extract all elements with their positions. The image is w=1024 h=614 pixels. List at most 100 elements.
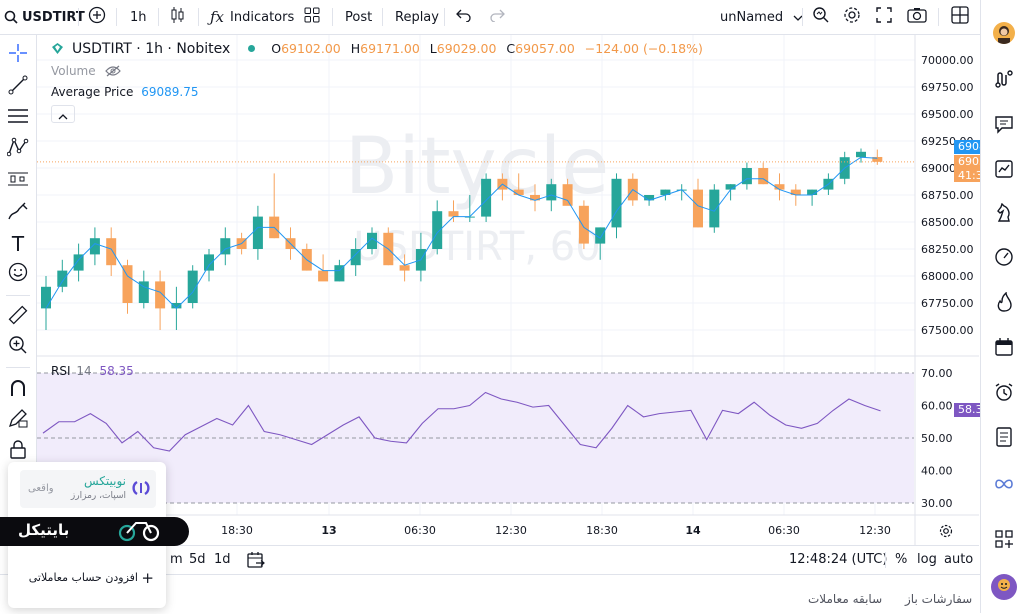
lock-icon xyxy=(9,439,27,463)
utc-clock[interactable]: 12:48:24 (UTC) xyxy=(789,552,887,567)
gear-icon xyxy=(843,6,861,28)
horizontal-lines-tool[interactable] xyxy=(6,106,30,130)
eye-hidden-icon[interactable] xyxy=(105,65,122,80)
gauge-icon xyxy=(994,247,1014,271)
emoji-tool[interactable] xyxy=(6,262,30,286)
add-account-button[interactable]: افزودن حساب معاملاتی + xyxy=(20,569,156,588)
range-minutes[interactable]: m xyxy=(170,552,183,567)
measure-tool[interactable] xyxy=(6,305,30,329)
user-avatar[interactable] xyxy=(993,22,1015,44)
top-toolbar: USDTIRT 1h ƒx Indicators Post Replay unN… xyxy=(0,0,980,35)
text-icon: T xyxy=(11,232,25,256)
fullscreen-button[interactable] xyxy=(876,0,892,34)
sidebar-chart-button[interactable] xyxy=(993,160,1015,182)
high-value: 69171.00 xyxy=(360,41,420,56)
pattern-tool[interactable] xyxy=(6,137,30,161)
rsi-legend[interactable]: RSI 14 58.35 xyxy=(51,364,134,378)
time-axis-label: 18:30 xyxy=(586,524,618,537)
gear-icon xyxy=(939,523,953,542)
price-axis-label: 68000.00 xyxy=(921,270,974,283)
chart-area[interactable]: Bitycle USDTIRT, 60 70000.00 69750.00 6950… xyxy=(37,35,1015,545)
log-scale-toggle[interactable]: log xyxy=(917,552,937,567)
brush-tool[interactable] xyxy=(6,201,30,225)
fullscreen-icon xyxy=(876,7,892,27)
compare-button[interactable] xyxy=(88,0,106,34)
templates-button[interactable] xyxy=(304,0,320,34)
bottom-toolbar: m 5d 1d 12:48:24 (UTC) % log auto xyxy=(37,545,979,574)
sidebar-add-widget-button[interactable] xyxy=(993,530,1015,552)
candle-body xyxy=(709,189,720,228)
time-axis-label: 06:30 xyxy=(768,524,800,537)
candle-body xyxy=(546,184,557,201)
text-tool[interactable]: T xyxy=(6,232,30,256)
sidebar-help-button[interactable] xyxy=(991,574,1017,600)
change-value: −124.00 (−0.18%) xyxy=(584,41,703,56)
price-axis-label: 69500.00 xyxy=(921,108,974,121)
volume-legend[interactable]: Volume xyxy=(51,64,122,80)
chart-type-button[interactable] xyxy=(170,0,186,34)
tab-trade-history[interactable]: سابقه معاملات xyxy=(808,592,882,606)
bicycle-logo-icon xyxy=(118,520,160,546)
quick-search-button[interactable] xyxy=(812,0,830,34)
layout-grid-button[interactable] xyxy=(951,0,969,34)
collapse-legend-button[interactable] xyxy=(51,105,75,123)
sidebar-ideas-button[interactable] xyxy=(993,202,1015,227)
lock-tool[interactable] xyxy=(6,439,30,463)
chess-knight-icon xyxy=(995,202,1013,227)
undo-button[interactable] xyxy=(456,0,472,34)
indicators-button[interactable]: ƒx Indicators xyxy=(210,0,294,34)
trend-line-tool[interactable] xyxy=(6,75,30,99)
tab-open-orders[interactable]: سفارشات باز xyxy=(905,592,972,606)
plus-circle-icon xyxy=(88,6,106,28)
zoom-in-tool[interactable] xyxy=(6,335,30,359)
sidebar-infinity-button[interactable] xyxy=(993,473,1015,495)
post-button[interactable]: Post xyxy=(345,0,372,34)
rsi-axis-label: 40.00 xyxy=(921,465,953,478)
crosshair-tool[interactable] xyxy=(6,43,30,67)
auto-scale-toggle[interactable]: auto xyxy=(944,552,973,567)
avg-price-legend[interactable]: Average Price 69089.75 xyxy=(51,85,198,99)
range-1d[interactable]: 1d xyxy=(214,552,231,567)
replay-button[interactable]: Replay xyxy=(395,0,439,34)
series-title[interactable]: USDTIRT · 1h · Nobitex xyxy=(72,41,230,57)
chart-canvas[interactable]: Bitycle USDTIRT, 60 70000.0069750.006950… xyxy=(37,35,979,545)
prediction-tool[interactable] xyxy=(6,169,30,193)
pattern-icon xyxy=(6,137,29,161)
sidebar-notes-button[interactable] xyxy=(993,427,1015,450)
sidebar-calendar-button[interactable] xyxy=(993,338,1015,360)
magnet-tool[interactable] xyxy=(6,378,30,402)
percent-scale-toggle[interactable]: % xyxy=(895,552,907,567)
sidebar-hotlist-button[interactable] xyxy=(993,291,1015,315)
sidebar-exchange-button[interactable] xyxy=(993,70,1015,92)
layout-menu-button[interactable]: unNamed xyxy=(720,0,803,34)
redo-button[interactable] xyxy=(489,0,505,34)
sidebar-chat-button[interactable] xyxy=(993,115,1015,137)
indicators-label: Indicators xyxy=(230,9,295,25)
rsi-period: 14 xyxy=(76,364,92,378)
candle-body xyxy=(252,216,263,249)
candle-body xyxy=(611,178,622,228)
stay-drawing-tool[interactable] xyxy=(6,408,30,432)
symbol-search-button[interactable]: USDTIRT xyxy=(4,0,85,34)
range-5d[interactable]: 5d xyxy=(189,552,206,567)
smiley-icon xyxy=(8,262,28,286)
candle-body xyxy=(693,189,703,228)
interval-button[interactable]: 1h xyxy=(130,0,147,34)
market-status-dot xyxy=(248,45,256,52)
time-axis-settings-button[interactable] xyxy=(939,523,953,542)
candle-body xyxy=(57,270,68,287)
rsi-axis-label: 70.00 xyxy=(921,367,953,380)
series-legend: USDTIRT · 1h · Nobitex O69102.00 H69171.… xyxy=(51,41,703,57)
price-axis-label: 67500.00 xyxy=(921,324,974,337)
sidebar-gauge-button[interactable] xyxy=(993,248,1015,270)
exchange-account-card[interactable]: واقعی نوبیتکس اسپات، رمزارز xyxy=(20,470,156,508)
add-account-label: افزودن حساب معاملاتی xyxy=(28,571,138,584)
goto-date-button[interactable] xyxy=(247,551,265,572)
settings-button[interactable] xyxy=(843,0,861,34)
price-axis-label: 68750.00 xyxy=(921,189,974,202)
sidebar-alerts-button[interactable] xyxy=(993,383,1015,405)
avatar-icon xyxy=(998,26,1010,44)
snapshot-button[interactable] xyxy=(907,0,927,34)
exchange-arrows-icon xyxy=(994,69,1014,93)
bitycle-brand-badge[interactable]: بایتیکل xyxy=(0,517,189,546)
